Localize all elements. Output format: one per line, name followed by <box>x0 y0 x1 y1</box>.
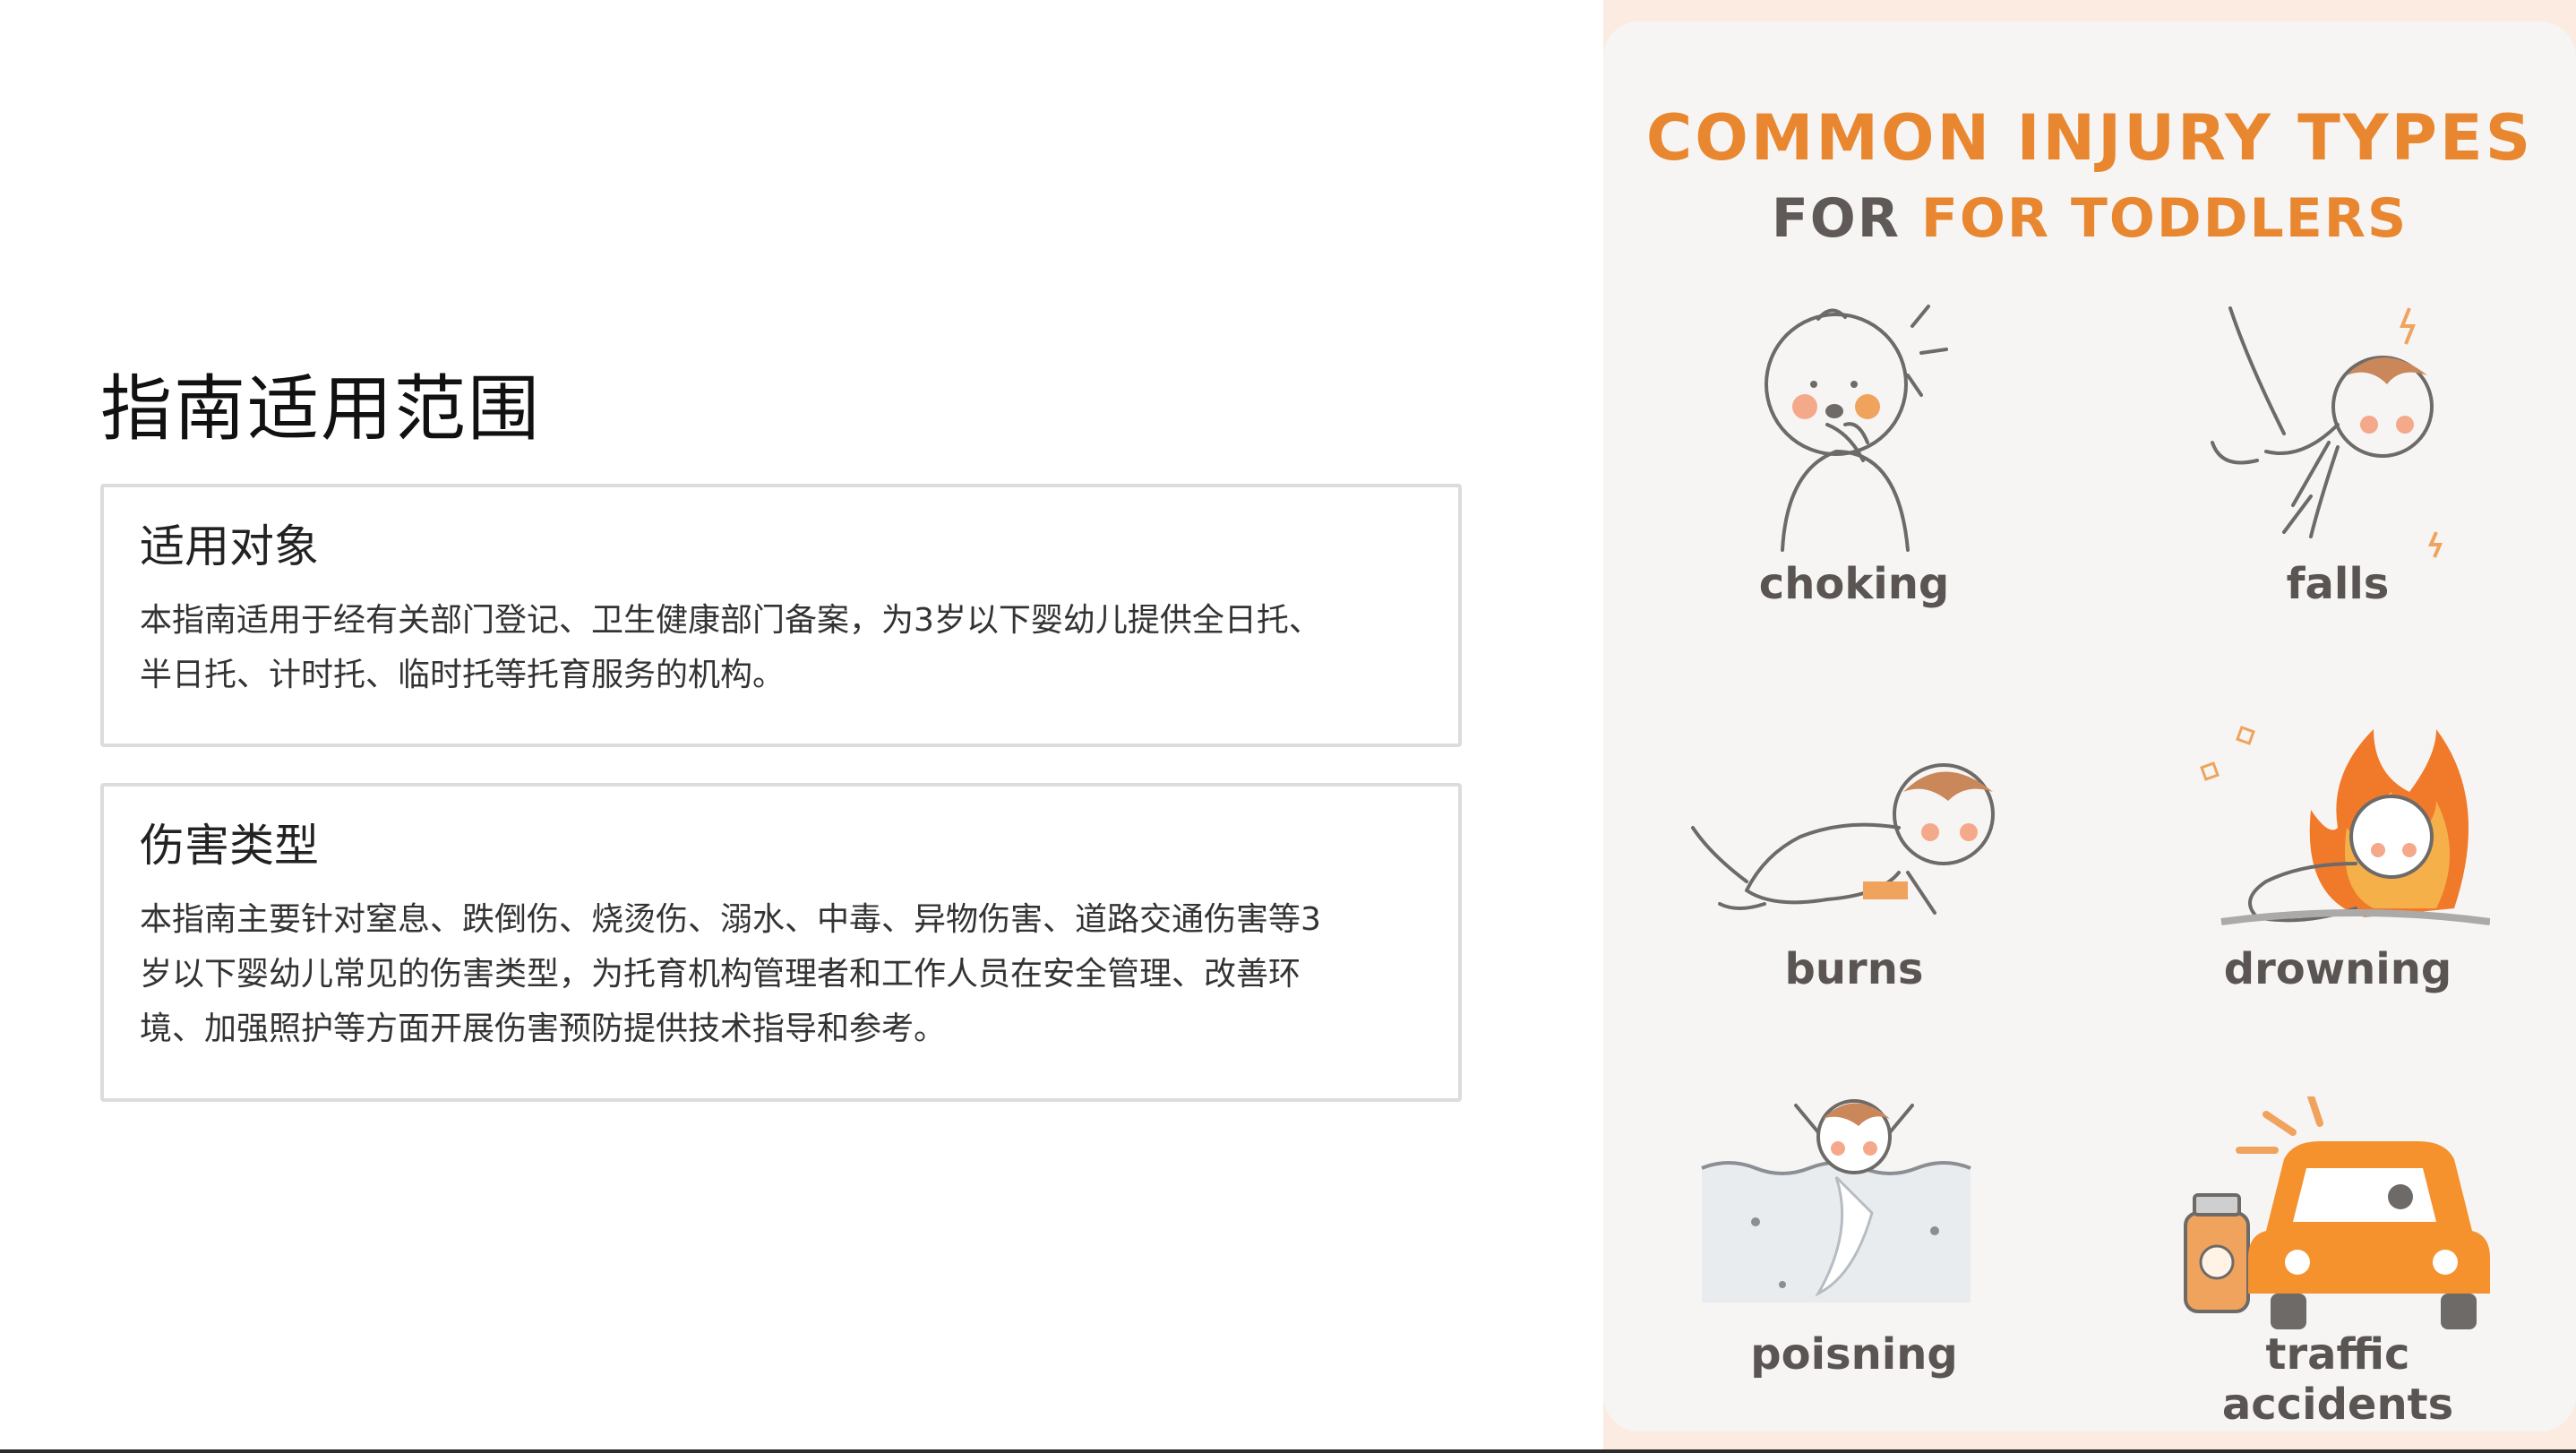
subtitle-prefix: FOR <box>1771 187 1902 250</box>
section-title: 适用对象 <box>140 520 319 572</box>
infographic-subtitle: FOR FOR TODDLERS <box>1603 186 2576 251</box>
injury-item-drowning: drowning <box>2141 702 2535 994</box>
injury-item-poisning: poisning <box>1657 1096 2051 1380</box>
injury-label: burns <box>1784 944 1924 994</box>
page-title: 指南适用范围 <box>100 367 541 451</box>
injury-item-traffic-accidents: traffic accidents <box>2141 1096 2535 1430</box>
crawling-toddler-icon <box>1691 763 1995 915</box>
section-body-line: 本指南适用于经有关部门登记、卫生健康部门备案，为3岁以下婴幼儿提供全日托、 <box>140 602 1321 639</box>
falling-toddler-icon <box>2211 306 2443 558</box>
injury-label: drowning <box>2223 944 2452 994</box>
injury-infographic: COMMON INJURY TYPES FOR FOR TODDLERS cho… <box>1603 0 2576 1453</box>
section-body: 本指南主要针对窒息、跌倒伤、烧烫伤、溺水、中毒、异物伤害、道路交通伤害等3 岁以… <box>140 892 1422 1056</box>
injury-item-choking: choking <box>1657 290 2051 609</box>
infographic-panel: COMMON INJURY TYPES FOR FOR TODDLERS cho… <box>1603 21 2576 1432</box>
injury-label: accidents <box>2221 1380 2454 1430</box>
subtitle-highlight: FOR TODDLERS <box>1920 187 2409 250</box>
injury-item-falls: falls <box>2141 290 2535 609</box>
section-body-line: 境、加强照护等方面开展伤害预防提供技术指导和参考。 <box>140 1010 947 1047</box>
section-body-line: 半日托、计时托、临时托等托育服务的机构。 <box>140 657 786 693</box>
toddler-in-water-icon <box>1701 1099 1971 1303</box>
car-and-poison-bottle-icon <box>2184 1096 2490 1329</box>
section-card-injury-types: 伤害类型 本指南主要针对窒息、跌倒伤、烧烫伤、溺水、中毒、异物伤害、道路交通伤害… <box>100 783 1462 1102</box>
injury-item-burns: burns <box>1657 729 2051 994</box>
injury-label: falls <box>2286 559 2390 609</box>
section-card-applicable-objects: 适用对象 本指南适用于经有关部门登记、卫生健康部门备案，为3岁以下婴幼儿提供全日… <box>100 484 1462 747</box>
section-title: 伤害类型 <box>140 820 319 872</box>
section-body-line: 岁以下婴幼儿常见的伤害类型，为托育机构管理者和工作人员在安全管理、改善环 <box>140 956 1301 993</box>
section-body: 本指南适用于经有关部门登记、卫生健康部门备案，为3岁以下婴幼儿提供全日托、 半日… <box>140 593 1422 702</box>
choking-toddler-icon <box>1765 305 1948 552</box>
injury-label: traffic <box>2265 1329 2410 1380</box>
section-body-line: 本指南主要针对窒息、跌倒伤、烧烫伤、溺水、中毒、异物伤害、道路交通伤害等3 <box>140 901 1321 938</box>
infographic-title: COMMON INJURY TYPES <box>1645 101 2534 175</box>
injury-label: choking <box>1758 559 1950 609</box>
bottom-border <box>0 1449 2576 1453</box>
injury-label: poisning <box>1750 1329 1958 1380</box>
toddler-on-fire-icon <box>2200 726 2490 925</box>
